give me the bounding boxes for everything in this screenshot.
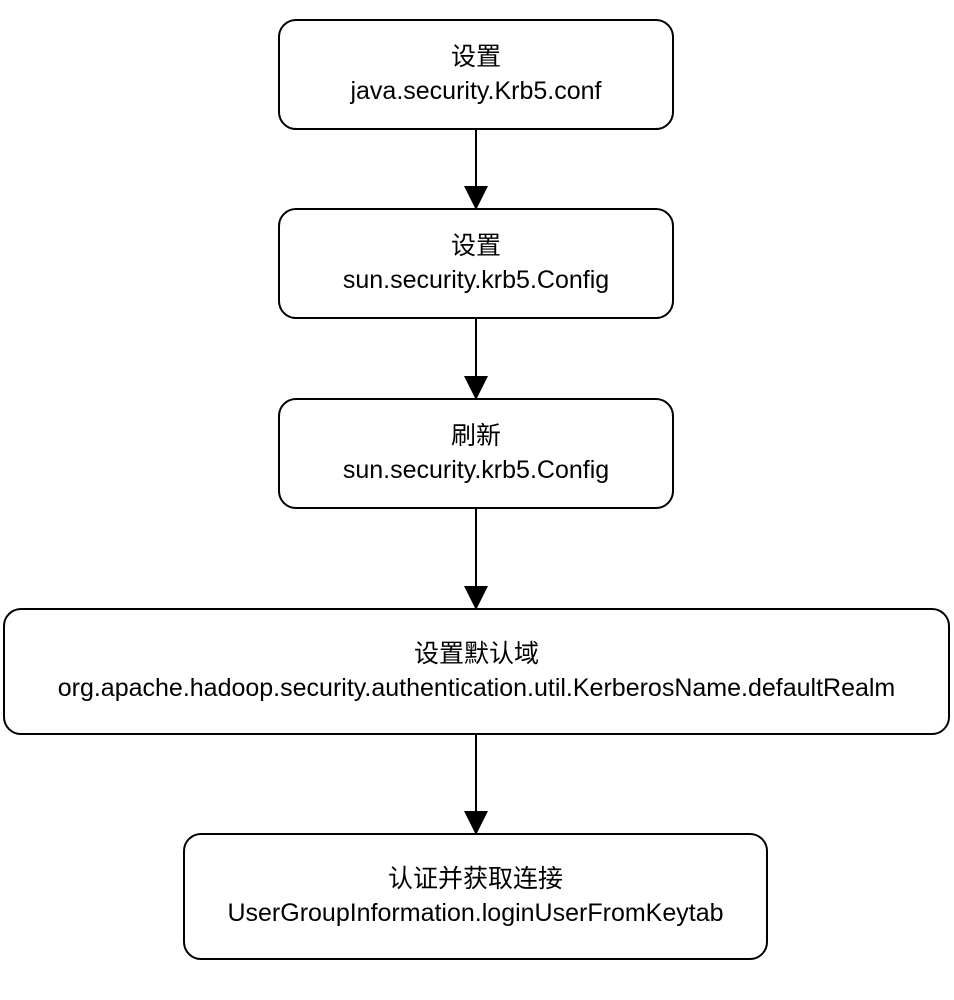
node-detail: sun.security.krb5.Config	[343, 264, 609, 298]
node-title: 设置	[451, 41, 501, 75]
flow-node-set-default-realm: 设置默认域 org.apache.hadoop.security.authent…	[3, 608, 950, 735]
flow-node-login-user-keytab: 认证并获取连接 UserGroupInformation.loginUserFr…	[183, 833, 768, 960]
flow-node-set-krb5-conf: 设置 java.security.Krb5.conf	[278, 19, 674, 130]
node-title: 设置默认域	[414, 638, 539, 672]
node-title: 认证并获取连接	[388, 863, 563, 897]
flow-node-refresh-sun-config: 刷新 sun.security.krb5.Config	[278, 398, 674, 509]
node-title: 刷新	[451, 420, 501, 454]
node-detail: java.security.Krb5.conf	[350, 75, 601, 109]
flowchart-canvas: 设置 java.security.Krb5.conf 设置 sun.securi…	[0, 0, 954, 1000]
node-detail: org.apache.hadoop.security.authenticatio…	[58, 672, 896, 706]
flow-node-set-sun-config: 设置 sun.security.krb5.Config	[278, 208, 674, 319]
node-detail: UserGroupInformation.loginUserFromKeytab	[227, 897, 723, 931]
node-detail: sun.security.krb5.Config	[343, 454, 609, 488]
node-title: 设置	[451, 230, 501, 264]
